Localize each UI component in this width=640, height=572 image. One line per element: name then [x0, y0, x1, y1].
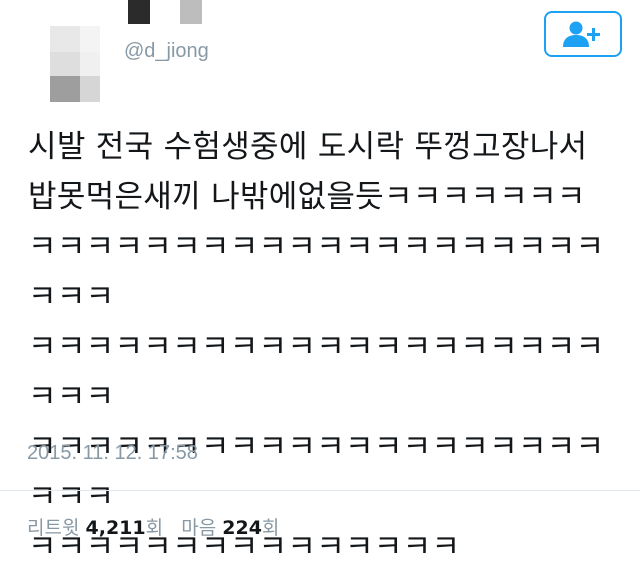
avatar-pixel: [80, 76, 100, 102]
avatar-pixel: [50, 76, 80, 102]
add-user-icon: [563, 21, 600, 47]
divider: [0, 490, 640, 491]
tweet-text: 시발 전국 수험생중에 도시락 뚜껑고장나서 밥못먹은새끼 나밖에없을듯ㅋㅋㅋㅋ…: [28, 129, 605, 565]
avatar-pixel: [80, 26, 100, 52]
like-count: 224: [222, 517, 262, 539]
follow-button[interactable]: [544, 11, 622, 57]
tweet-stats: 리트윗 4,211회 마음 224회: [27, 513, 279, 540]
retweet-label: 리트윗: [27, 517, 80, 539]
avatar-pixel: [128, 0, 150, 24]
avatar-pixel: [180, 0, 202, 24]
avatar-pixel: [50, 52, 80, 76]
avatar-pixel: [50, 26, 80, 52]
like-unit: 회: [261, 517, 280, 539]
avatar[interactable]: [46, 0, 202, 102]
like-stat[interactable]: 마음 224회: [181, 517, 279, 539]
user-handle[interactable]: @d_jiong: [124, 40, 209, 63]
retweet-count: 4,211: [85, 517, 146, 539]
retweet-stat[interactable]: 리트윗 4,211회: [27, 517, 169, 539]
avatar-pixel: [80, 52, 100, 76]
retweet-unit: 회: [145, 517, 164, 539]
like-label: 마음: [181, 517, 217, 539]
tweet-timestamp[interactable]: 2015. 11. 12. 17:58: [27, 442, 198, 465]
